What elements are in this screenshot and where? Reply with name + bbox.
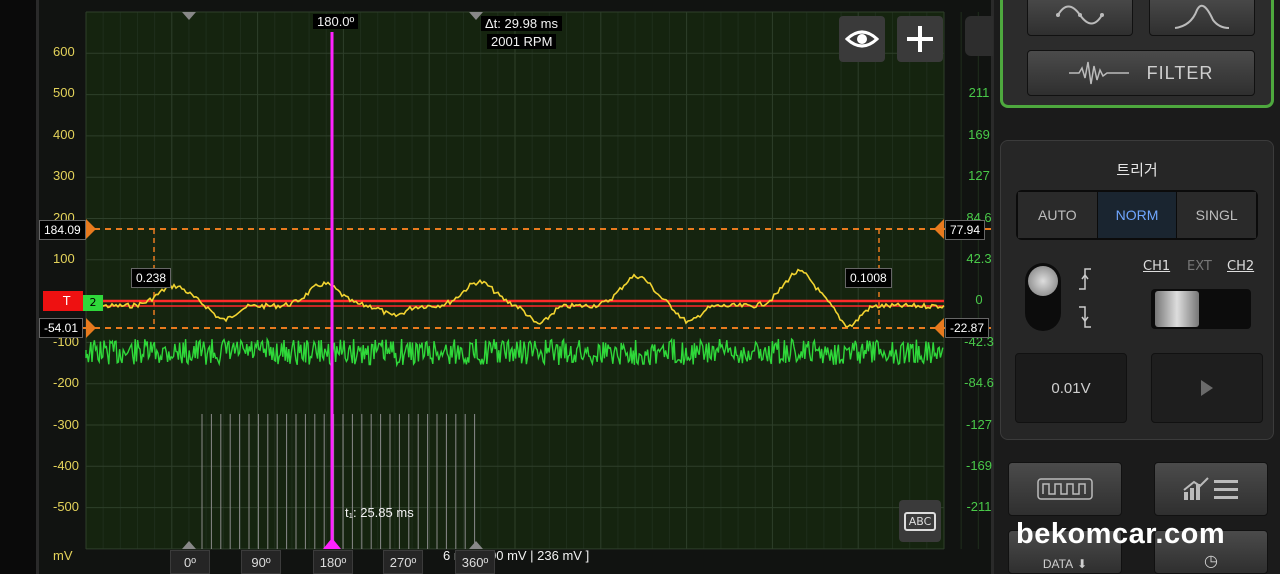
deg-90[interactable]: 90º [241, 550, 281, 574]
left-tick: 500 [53, 85, 75, 101]
slope-switch[interactable] [1025, 263, 1061, 331]
math-filter-group: FILTER [1000, 0, 1274, 108]
mode-auto[interactable]: AUTO [1018, 192, 1098, 238]
right-tick: -127 [965, 416, 993, 432]
right-tick: -84.6 [964, 375, 994, 391]
left-tick: -200 [53, 375, 80, 391]
t1-readout: t₁: 25.85 ms [345, 505, 414, 520]
rpm-readout: 2001 RPM [487, 34, 557, 49]
deg-0[interactable]: 0º [170, 550, 210, 574]
source-slider-thumb[interactable] [1155, 291, 1199, 327]
filter-button[interactable]: FILTER [1027, 50, 1255, 96]
right-tick: 42.3 [966, 251, 992, 266]
fft-button[interactable] [1149, 0, 1255, 36]
run-button[interactable] [1151, 353, 1263, 423]
trigger-mode-group: AUTO NORM SINGL [1016, 190, 1258, 240]
watermark: bekomcar.com [1016, 518, 1226, 550]
left-tick: 100 [53, 251, 75, 266]
right-tick: 211 [968, 85, 990, 101]
control-panel: FILTER 트리거 CH1 EXT CH2 0.01V AUTO NORM S… [994, 0, 1280, 574]
square-wave-icon [1037, 478, 1093, 500]
data-label: DATA [1042, 557, 1074, 571]
eye-icon [845, 30, 879, 48]
fft-curve-icon [1174, 4, 1230, 29]
noise-waveform-icon [1068, 61, 1129, 85]
waveform-view-button[interactable] [1008, 462, 1122, 516]
right-tick: 127 [968, 168, 990, 184]
trigger-flag[interactable]: T [43, 291, 83, 311]
play-icon [1201, 380, 1213, 396]
chart-list-icon [1183, 477, 1238, 500]
right-tick: 169 [968, 126, 990, 142]
mode-singl[interactable]: SINGL [1177, 192, 1257, 238]
left-tick: 300 [53, 168, 75, 184]
mode-norm[interactable]: NORM [1097, 192, 1178, 238]
right-tick: -169 [965, 458, 993, 473]
trigger-section: 트리거 CH1 EXT CH2 0.01V [1000, 140, 1274, 440]
add-button[interactable] [897, 16, 943, 62]
ch1-label: CH1 [1143, 259, 1171, 274]
drawer-handle[interactable] [965, 16, 993, 56]
download-icon: ⬇ [1077, 557, 1088, 571]
left-upper-marker[interactable]: 184.09 [39, 220, 86, 240]
channel2-flag[interactable]: 2 [83, 295, 103, 311]
delta-t: Δt: 29.98 ms [481, 16, 562, 31]
right-upper-marker[interactable]: 77.94 [945, 220, 986, 240]
deg-180[interactable]: 180º [313, 550, 353, 574]
left-lower-marker[interactable]: -54.01 [39, 318, 84, 338]
trigger-level-value: 0.01V [1051, 379, 1091, 397]
right-tick: 0 [975, 292, 983, 308]
left-tick: 600 [53, 44, 75, 59]
slope-icons [1079, 268, 1091, 328]
right-lower-marker[interactable]: -22.87 [945, 318, 990, 338]
right-tick: -211 [966, 499, 992, 515]
cursor-left-value: 0.238 [131, 268, 172, 288]
left-tick: 400 [53, 126, 75, 142]
trigger-level-button[interactable]: 0.01V [1015, 353, 1127, 423]
waveform-math-button[interactable] [1027, 0, 1133, 36]
eye-button[interactable] [839, 16, 885, 62]
left-tick: -300 [53, 416, 80, 432]
deg-270[interactable]: 270º [383, 550, 423, 574]
abc-label: ABC [903, 511, 937, 531]
cursor-right-value: 0.1008 [845, 268, 892, 288]
abc-button[interactable]: ABC [899, 500, 941, 542]
trigger-source-slider[interactable] [1151, 289, 1251, 329]
ch2-label: CH2 [1227, 259, 1255, 274]
filter-label: FILTER [1146, 62, 1214, 83]
trigger-title: 트리거 [1116, 161, 1158, 179]
ext-label: EXT [1187, 259, 1212, 274]
y-unit-label: mV [53, 548, 73, 563]
deg-360[interactable]: 360º [455, 550, 495, 574]
plus-icon [907, 26, 933, 52]
slope-knob [1028, 266, 1058, 296]
sine-wave-icon [1056, 5, 1104, 25]
history-icon: ◷ [1204, 553, 1218, 570]
oscilloscope-screen[interactable]: 600 500 400 300 200 100 -100 -200 -300 -400 -500 2… [36, 0, 997, 574]
left-tick: -500 [53, 499, 80, 515]
left-tick: -400 [53, 458, 80, 473]
cursor-angle: 180.0º [313, 14, 359, 29]
measure-list-button[interactable] [1154, 462, 1268, 516]
